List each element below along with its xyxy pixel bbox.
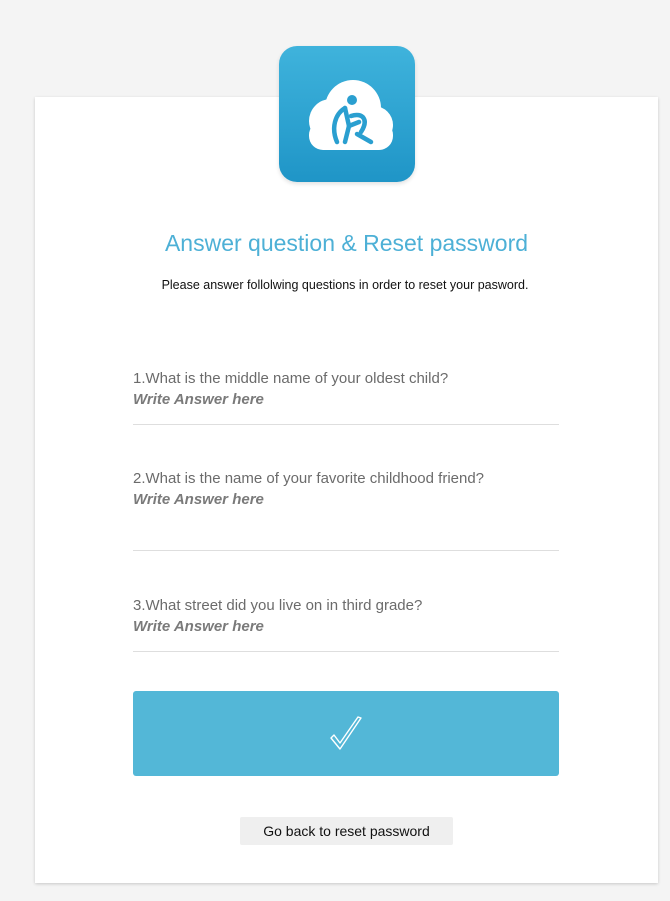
question-3: 3.What street did you live on in third g… bbox=[133, 595, 559, 652]
question-2-label: 2.What is the name of your favorite chil… bbox=[133, 470, 485, 487]
cloud-icon bbox=[309, 80, 393, 150]
question-1-label: 1.What is the middle name of your oldest… bbox=[133, 370, 449, 387]
question-3-label: 3.What street did you live on in third g… bbox=[133, 597, 423, 614]
answer-3-input[interactable] bbox=[133, 616, 559, 637]
page-subtitle: Please answer follolwing questions in or… bbox=[161, 278, 529, 292]
back-to-reset-link[interactable]: Go back to reset password bbox=[240, 817, 453, 845]
submit-button[interactable] bbox=[133, 691, 559, 776]
question-1: 1.What is the middle name of your oldest… bbox=[133, 368, 559, 425]
question-2: 2.What is the name of your favorite chil… bbox=[133, 468, 559, 551]
page-title: Answer question & Reset password bbox=[164, 230, 529, 256]
checkmark-icon bbox=[330, 715, 362, 750]
answer-1-input[interactable] bbox=[133, 389, 559, 410]
app-logo bbox=[279, 46, 415, 182]
answer-2-input[interactable] bbox=[133, 489, 559, 510]
